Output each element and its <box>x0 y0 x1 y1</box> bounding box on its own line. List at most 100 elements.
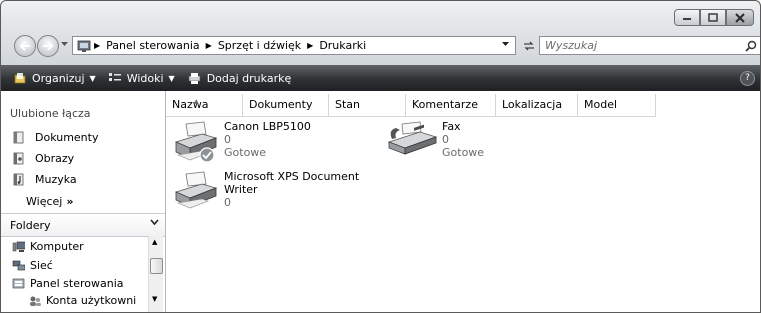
search-placeholder: Wyszukaj <box>545 39 598 52</box>
printer-info: Fax 0 Gotowe <box>442 120 484 160</box>
column-label: Stan <box>335 98 361 111</box>
column-header-comments[interactable]: Komentarze <box>406 94 496 116</box>
views-button[interactable]: Widoki ▼ <box>108 72 175 85</box>
user-accounts-icon <box>30 296 41 306</box>
favorite-link-documents[interactable]: Dokumenty <box>12 131 98 144</box>
breadcrumb-separator: ▶ <box>94 41 101 50</box>
printer-name: Microsoft XPS Document <box>224 170 360 183</box>
favorite-link-pictures[interactable]: Obrazy <box>12 152 74 165</box>
default-check-icon <box>199 147 215 163</box>
printer-document-count: 0 <box>224 196 231 209</box>
sort-ascending-icon: ▲ <box>194 98 199 105</box>
forward-button[interactable] <box>37 35 59 57</box>
favorite-link-music[interactable]: Muzyka <box>12 173 77 186</box>
tree-item-control-panel[interactable]: Panel sterowania <box>12 277 124 290</box>
printer-name: Fax <box>442 120 461 133</box>
maximize-button[interactable] <box>700 9 726 26</box>
forward-arrow-icon <box>43 41 54 51</box>
breadcrumb-panel-sterowania[interactable]: Panel sterowania <box>106 39 200 52</box>
views-icon <box>108 73 121 81</box>
printer-item-fax[interactable]: Fax 0 Gotowe <box>386 120 484 160</box>
minimize-button[interactable] <box>674 9 700 26</box>
breadcrumb-separator: ▶ <box>205 41 212 50</box>
music-icon <box>13 173 24 186</box>
breadcrumb-sprzet-i-dzwiek[interactable]: Sprzęt i dźwięk <box>218 39 301 52</box>
folders-header[interactable]: Foldery <box>1 213 165 237</box>
scroll-down-icon[interactable]: ▼ <box>152 295 157 303</box>
organize-label: Organizuj <box>32 71 85 85</box>
tree-item-network[interactable]: Sieć <box>12 259 53 272</box>
file-list-pane: ▲ Nazwa Dokumenty Stan Komentarze Lokali… <box>166 91 760 312</box>
column-headers: ▲ Nazwa Dokumenty Stan Komentarze Lokali… <box>166 94 656 117</box>
control-panel-icon <box>12 278 25 288</box>
add-printer-icon <box>188 73 201 84</box>
tree-item-user-accounts[interactable]: Konta użytkowni <box>28 294 136 307</box>
column-label: Lokalizacja <box>502 98 563 111</box>
chevron-down-icon: ▼ <box>89 73 96 83</box>
add-printer-button[interactable]: Dodaj drukarkę <box>187 71 291 85</box>
favorite-link-label: Muzyka <box>35 173 77 186</box>
caption-buttons <box>674 9 754 26</box>
scroll-up-icon[interactable]: ▲ <box>152 238 157 246</box>
breadcrumb-separator: ▶ <box>307 41 314 50</box>
more-links-label: Więcej <box>26 195 63 208</box>
maximize-icon <box>708 13 718 22</box>
search-input[interactable]: Wyszukaj <box>539 36 760 55</box>
chevron-down-icon: ▼ <box>168 73 175 83</box>
favorite-links-title: Ulubione łącza <box>10 107 91 120</box>
views-label: Widoki <box>126 71 164 85</box>
network-icon <box>12 260 25 270</box>
address-bar[interactable]: ▶ Panel sterowania ▶ Sprzęt i dźwięk ▶ D… <box>72 36 516 55</box>
close-button[interactable] <box>726 9 754 26</box>
double-chevron-icon: » <box>66 195 74 208</box>
printer-info: Canon LBP5100 0 Gotowe <box>224 120 311 164</box>
printers-window: ▶ Panel sterowania ▶ Sprzęt i dźwięk ▶ D… <box>0 0 761 313</box>
column-header-name[interactable]: ▲ Nazwa <box>166 94 243 116</box>
chevron-down-icon[interactable] <box>502 42 509 47</box>
scrollbar-thumb[interactable] <box>150 258 163 274</box>
tree-item-label: Panel sterowania <box>30 277 124 290</box>
navigation-pane: Ulubione łącza Dokumenty Obrazy Muzyka W… <box>1 91 166 312</box>
printer-icon <box>174 171 218 209</box>
folders-scrollbar[interactable]: ▲ ▼ <box>148 236 163 312</box>
pictures-icon <box>13 152 24 165</box>
column-label: Nazwa <box>172 98 209 111</box>
printer-icon <box>174 121 218 163</box>
search-icon[interactable] <box>745 40 757 52</box>
printer-name-continued: Writer <box>224 183 258 196</box>
printer-info: Microsoft XPS Document Writer 0 <box>224 170 359 210</box>
back-button[interactable] <box>14 35 36 57</box>
printer-status: Gotowe <box>224 146 267 159</box>
printer-item-canon[interactable]: Canon LBP5100 0 Gotowe <box>172 120 311 164</box>
tree-item-computer[interactable]: Komputer <box>12 240 84 253</box>
minimize-icon <box>683 17 691 20</box>
favorite-link-label: Obrazy <box>35 152 75 165</box>
recent-pages-dropdown[interactable] <box>61 42 68 47</box>
column-label: Model <box>584 98 618 111</box>
column-header-location[interactable]: Lokalizacja <box>496 94 578 116</box>
tree-item-label: Konta użytkowni <box>46 294 137 307</box>
refresh-icon <box>524 41 534 50</box>
printer-name: Canon LBP5100 <box>224 120 311 133</box>
control-panel-icon <box>77 40 91 52</box>
favorite-link-label: Dokumenty <box>35 131 99 144</box>
address-row: ▶ Panel sterowania ▶ Sprzęt i dźwięk ▶ D… <box>1 34 760 60</box>
tree-item-label: Komputer <box>30 240 84 253</box>
organize-button[interactable]: Organizuj ▼ <box>13 71 96 85</box>
folders-title: Foldery <box>10 219 51 232</box>
column-header-documents[interactable]: Dokumenty <box>243 94 329 116</box>
refresh-button[interactable] <box>520 36 538 55</box>
breadcrumb-drukarki[interactable]: Drukarki <box>319 39 366 52</box>
printer-document-count: 0 <box>224 133 231 146</box>
more-links-button[interactable]: Więcej» <box>26 195 73 208</box>
command-toolbar: Organizuj ▼ Widoki ▼ Dodaj drukarkę ? <box>1 65 760 91</box>
computer-icon <box>12 241 25 252</box>
column-header-status[interactable]: Stan <box>329 94 406 116</box>
help-button[interactable]: ? <box>740 71 755 86</box>
chevron-down-icon <box>150 219 159 226</box>
printer-document-count: 0 <box>442 133 449 146</box>
fax-icon <box>387 121 438 155</box>
printer-item-xps-writer[interactable]: Microsoft XPS Document Writer 0 <box>172 170 359 210</box>
close-icon <box>735 12 745 23</box>
column-header-model[interactable]: Model <box>578 94 656 116</box>
